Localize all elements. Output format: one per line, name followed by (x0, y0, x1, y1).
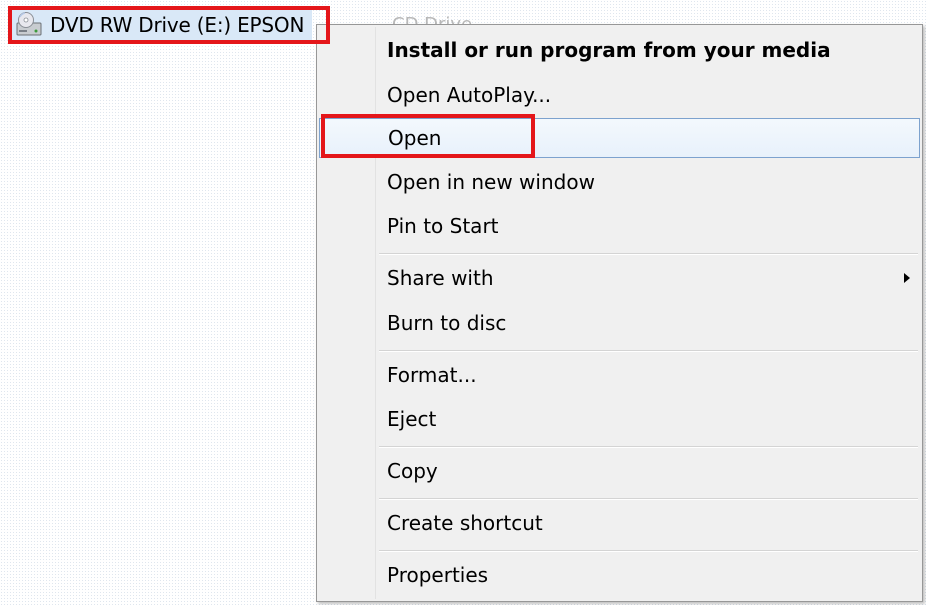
menu-item-install[interactable]: Install or run program from your media (319, 30, 920, 70)
menu-item-label: Format... (387, 363, 477, 387)
menu-item-open-autoplay[interactable]: Open AutoPlay... (319, 75, 920, 115)
menu-item-label: Create shortcut (387, 511, 543, 535)
menu-item-label: Copy (387, 459, 438, 483)
menu-item-pin-to-start[interactable]: Pin to Start (319, 206, 920, 246)
menu-separator (379, 350, 918, 352)
menu-item-open[interactable]: Open (319, 118, 920, 158)
menu-item-label: Eject (387, 407, 437, 431)
menu-item-label: Open (388, 126, 442, 150)
menu-separator (379, 253, 918, 255)
menu-separator (379, 498, 918, 500)
menu-separator (379, 446, 918, 448)
menu-item-label: Share with (387, 266, 494, 290)
menu-item-eject[interactable]: Eject (319, 399, 920, 439)
menu-separator (379, 550, 918, 552)
context-menu: Install or run program from your media O… (316, 24, 923, 602)
menu-item-label: Install or run program from your media (387, 38, 831, 62)
menu-item-properties[interactable]: Properties (319, 555, 920, 595)
menu-item-format[interactable]: Format... (319, 355, 920, 395)
dvd-drive-icon (14, 10, 44, 40)
menu-item-label: Open AutoPlay... (387, 83, 552, 107)
menu-item-create-shortcut[interactable]: Create shortcut (319, 503, 920, 543)
menu-item-label: Open in new window (387, 170, 595, 194)
menu-item-label: Properties (387, 563, 489, 587)
menu-item-burn-to-disc[interactable]: Burn to disc (319, 303, 920, 343)
menu-item-share-with[interactable]: Share with (319, 258, 920, 298)
menu-item-copy[interactable]: Copy (319, 451, 920, 491)
dvd-drive-item[interactable]: DVD RW Drive (E:) EPSON (10, 8, 313, 42)
drive-label: DVD RW Drive (E:) EPSON (50, 13, 305, 37)
menu-item-label: Pin to Start (387, 214, 499, 238)
menu-item-label: Burn to disc (387, 311, 507, 335)
explorer-window: DVD RW Drive (E:) EPSON CD Drive Install… (0, 0, 926, 605)
menu-item-open-new-window[interactable]: Open in new window (319, 162, 920, 202)
submenu-arrow-icon (904, 273, 910, 283)
